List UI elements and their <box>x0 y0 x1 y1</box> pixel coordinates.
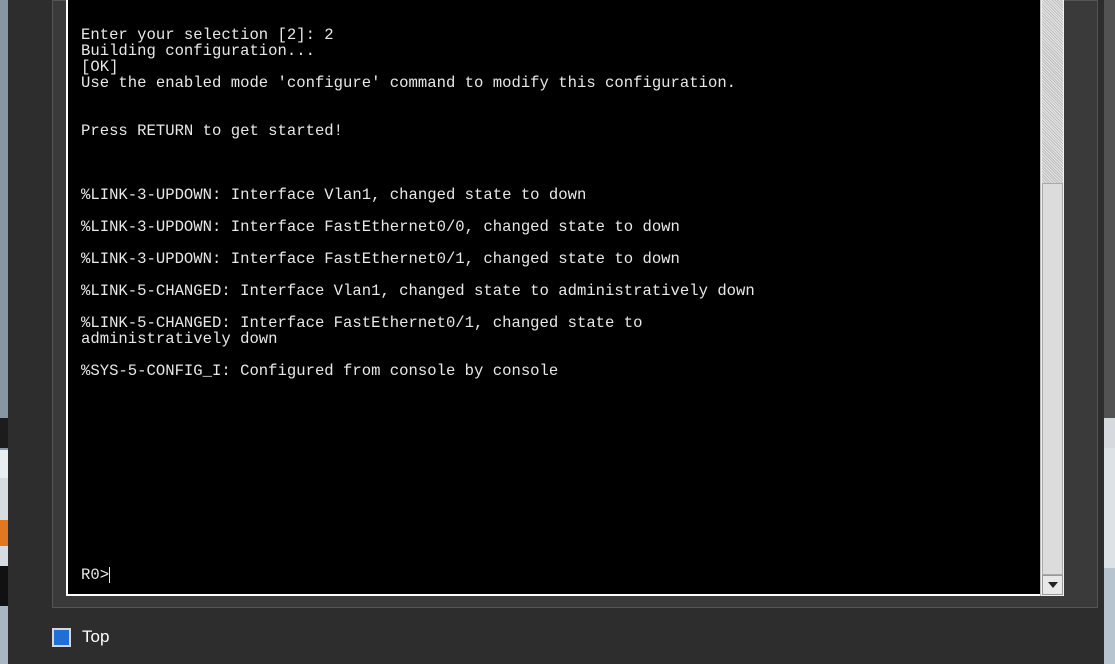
terminal-line: %LINK-5-CHANGED: Interface Vlan1, change… <box>81 282 755 300</box>
scrollbar-track[interactable] <box>1042 0 1063 183</box>
terminal-scrollbar[interactable] <box>1040 0 1064 596</box>
terminal-line: [OK] <box>81 58 119 76</box>
top-checkbox-label: Top <box>82 627 110 646</box>
scroll-down-button[interactable] <box>1042 575 1063 595</box>
scrollbar-thumb[interactable] <box>1042 183 1063 575</box>
terminal-line: %LINK-3-UPDOWN: Interface FastEthernet0/… <box>81 250 680 268</box>
cli-prompt: R0> <box>81 566 110 584</box>
top-checkbox[interactable] <box>52 628 71 647</box>
text-cursor <box>109 566 111 583</box>
terminal-line: %LINK-5-CHANGED: Interface FastEthernet0… <box>81 314 643 332</box>
cli-prompt-line[interactable]: R0> <box>81 566 111 584</box>
chevron-down-icon <box>1047 582 1058 588</box>
background-app-right-edge <box>1104 0 1115 664</box>
terminal-line: administratively down <box>81 330 278 348</box>
terminal-line: Building configuration... <box>81 42 315 60</box>
background-app-left-edge <box>0 0 8 664</box>
terminal-line: %SYS-5-CONFIG_I: Configured from console… <box>81 362 559 380</box>
window-bottom-bar: Top <box>8 616 1104 664</box>
cli-terminal[interactable]: Enter your selection [2]: 2 Building conf… <box>66 0 1040 596</box>
terminal-line: Use the enabled mode 'configure' command… <box>81 74 737 92</box>
terminal-line: %LINK-3-UPDOWN: Interface FastEthernet0/… <box>81 218 680 236</box>
terminal-line: Press RETURN to get started! <box>81 122 344 140</box>
terminal-line: Enter your selection [2]: 2 <box>81 26 334 44</box>
terminal-output: Enter your selection [2]: 2 Building conf… <box>81 27 1036 379</box>
terminal-line: %LINK-3-UPDOWN: Interface Vlan1, changed… <box>81 186 587 204</box>
